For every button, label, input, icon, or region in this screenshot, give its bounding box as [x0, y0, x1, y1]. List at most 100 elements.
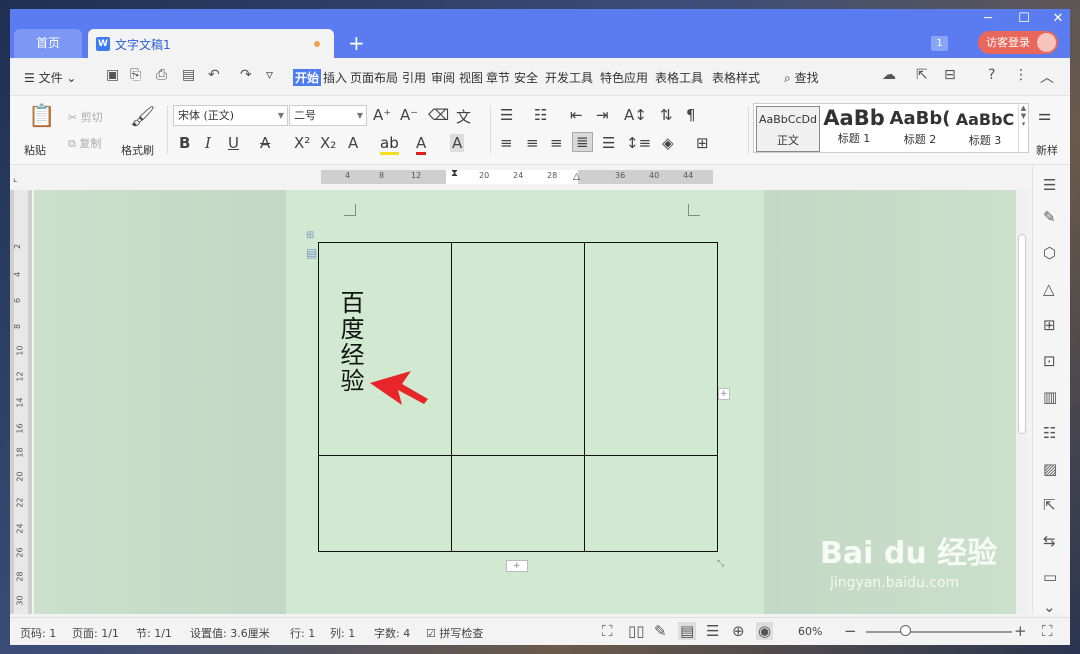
- align-left-icon[interactable]: ≡: [500, 134, 513, 152]
- menu-features[interactable]: 特色应用: [600, 69, 648, 86]
- phonetic-icon[interactable]: 文: [456, 106, 471, 127]
- paragraph-marker-icon[interactable]: ▤: [306, 246, 317, 260]
- table-cell[interactable]: [584, 455, 718, 552]
- image-icon[interactable]: ▨: [1043, 460, 1057, 478]
- new-style-button[interactable]: 新样: [1036, 142, 1058, 158]
- login-button[interactable]: 访客登录: [978, 31, 1058, 54]
- format-painter-icon[interactable]: 🖌: [130, 104, 155, 128]
- tab-document[interactable]: W 文字文稿1: [88, 29, 334, 58]
- table-cell[interactable]: 百度经验: [318, 242, 452, 456]
- edit-pen-icon[interactable]: ✎: [1043, 208, 1056, 226]
- menu-table-tools[interactable]: 表格工具: [655, 69, 703, 86]
- redo-icon[interactable]: ↷: [240, 67, 252, 83]
- menu-home[interactable]: 开始: [293, 69, 322, 86]
- style-scroll[interactable]: ▲ ▼ ▾: [1018, 104, 1028, 152]
- menu-developer[interactable]: 开发工具: [545, 69, 593, 86]
- table-icon[interactable]: ⊞: [1043, 316, 1056, 334]
- save-icon[interactable]: ▣: [106, 67, 119, 83]
- close-icon[interactable]: ✕: [1046, 11, 1070, 26]
- fit-window-icon[interactable]: ⛶: [1042, 622, 1053, 640]
- menu-reference[interactable]: 引用: [402, 69, 426, 86]
- style-heading2[interactable]: AaBb( 标题 2: [888, 106, 952, 152]
- justify-icon[interactable]: ≣: [572, 132, 593, 152]
- chart-icon[interactable]: ▥: [1043, 388, 1057, 406]
- border-icon[interactable]: ⊞: [696, 134, 709, 152]
- window-count-badge[interactable]: 1: [931, 36, 948, 51]
- share-icon[interactable]: ⇱: [916, 67, 928, 83]
- decrease-indent-icon[interactable]: ⇤: [570, 106, 583, 124]
- paste-button[interactable]: 粘贴: [24, 142, 46, 158]
- scrollbar-thumb[interactable]: [1018, 234, 1026, 434]
- indent-marker-icon[interactable]: ⧗: [451, 168, 458, 179]
- style-heading1[interactable]: AaBb 标题 1: [822, 106, 886, 152]
- tab-home[interactable]: 首页: [14, 29, 82, 58]
- add-column-button[interactable]: +: [718, 388, 730, 400]
- table-cell[interactable]: [451, 242, 585, 456]
- sidebar-toggle-icon[interactable]: ☰: [1043, 176, 1056, 194]
- outline-view-icon[interactable]: ☰: [706, 622, 719, 640]
- char-shading-icon[interactable]: A: [450, 134, 465, 152]
- status-words[interactable]: 字数: 4: [374, 625, 410, 641]
- read-mode-icon[interactable]: ▯▯: [628, 622, 645, 640]
- strikethrough-icon[interactable]: A: [260, 134, 270, 152]
- show-marks-icon[interactable]: ¶: [686, 106, 696, 124]
- write-mode-icon[interactable]: ✎: [654, 622, 667, 640]
- format-painter-button[interactable]: 格式刷: [121, 142, 154, 158]
- menu-security[interactable]: 安全: [514, 69, 538, 86]
- zoom-slider-handle[interactable]: [900, 625, 911, 636]
- style-fill-icon[interactable]: △: [1043, 280, 1055, 298]
- align-right-icon[interactable]: ≡: [550, 134, 563, 152]
- zoom-in-icon[interactable]: +: [1014, 622, 1027, 640]
- apps-icon[interactable]: ⊡: [1043, 352, 1056, 370]
- add-row-button[interactable]: +: [506, 560, 528, 572]
- text-effect-icon[interactable]: A: [348, 134, 358, 152]
- line-spacing-icon[interactable]: ↕≡: [626, 134, 651, 152]
- font-name-select[interactable]: 宋体 (正文) ▼: [173, 105, 288, 126]
- tab-stop-icon[interactable]: ⌞: [13, 174, 17, 184]
- style-normal[interactable]: AaBbCcDd 正文: [756, 106, 820, 152]
- shrink-font-icon[interactable]: A⁻: [400, 106, 418, 124]
- minimize-icon[interactable]: ─: [976, 11, 1000, 26]
- translate-icon[interactable]: ⇆: [1043, 532, 1056, 550]
- right-indent-icon[interactable]: △: [573, 172, 580, 182]
- share-out-icon[interactable]: ⇱: [1043, 496, 1056, 514]
- menu-review[interactable]: 审阅: [431, 69, 455, 86]
- undo-icon[interactable]: ↶: [208, 67, 220, 83]
- shapes-icon[interactable]: ⬡: [1043, 244, 1056, 262]
- status-page[interactable]: 页面: 1/1: [72, 625, 119, 641]
- search-button[interactable]: ⌕ 查找: [784, 69, 819, 86]
- table-cell[interactable]: [451, 455, 585, 552]
- menu-view[interactable]: 视图: [459, 69, 483, 86]
- grow-font-icon[interactable]: A⁺: [373, 106, 391, 124]
- web-view-icon[interactable]: ⊕: [732, 622, 745, 640]
- menu-insert[interactable]: 插入: [323, 69, 347, 86]
- table-cell[interactable]: [318, 455, 452, 552]
- font-color-icon[interactable]: A: [416, 134, 427, 155]
- bold-icon[interactable]: B: [179, 134, 190, 152]
- italic-icon[interactable]: I: [205, 134, 211, 152]
- horizontal-ruler[interactable]: 4 8 12 20 24 28 36 40 44 ⧗ △: [321, 168, 713, 184]
- table-resize-icon[interactable]: ⤡: [717, 559, 724, 569]
- align-center-icon[interactable]: ≡: [526, 134, 539, 152]
- copy-button[interactable]: ⧉ 复制: [68, 135, 101, 151]
- text-direction-icon[interactable]: A↕: [624, 106, 647, 124]
- font-size-select[interactable]: 二号 ▼: [289, 105, 367, 126]
- more-icon[interactable]: ⋮: [1014, 67, 1028, 83]
- settings-sliders-icon[interactable]: ☷: [1043, 424, 1056, 442]
- increase-indent-icon[interactable]: ⇥: [596, 106, 609, 124]
- menu-chapter[interactable]: 章节: [486, 69, 510, 86]
- numbered-list-icon[interactable]: ☷: [534, 106, 547, 124]
- zoom-slider[interactable]: [866, 631, 1012, 633]
- bullet-list-icon[interactable]: ☰: [500, 106, 513, 124]
- zoom-out-icon[interactable]: −: [844, 622, 857, 640]
- menu-page-layout[interactable]: 页面布局: [350, 69, 398, 86]
- table-cell[interactable]: [584, 242, 718, 456]
- subscript-icon[interactable]: X₂: [320, 134, 336, 152]
- new-style-icon[interactable]: ⚌: [1038, 106, 1051, 124]
- eye-protection-icon[interactable]: ◉: [756, 622, 774, 640]
- preview-icon[interactable]: ▤: [182, 67, 195, 83]
- underline-icon[interactable]: U: [228, 134, 239, 152]
- collab-icon[interactable]: ⊟: [944, 67, 956, 83]
- zoom-level[interactable]: 60%: [798, 625, 822, 638]
- vertical-scrollbar[interactable]: [1016, 190, 1028, 614]
